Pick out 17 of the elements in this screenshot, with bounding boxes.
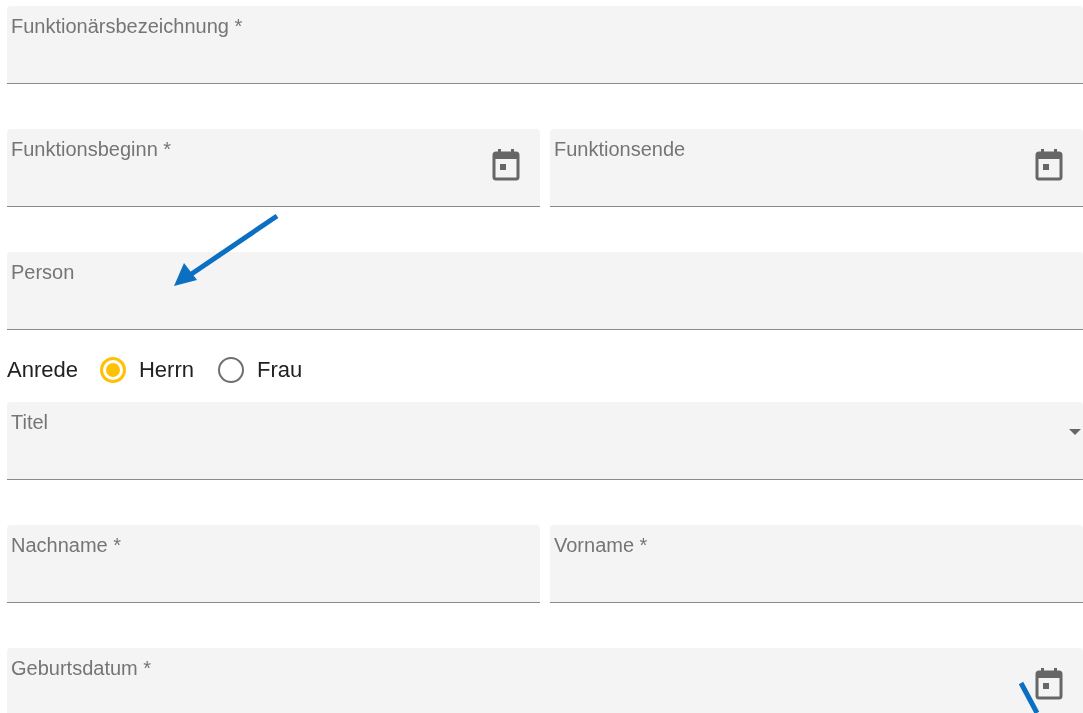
radio-button[interactable] xyxy=(99,357,126,383)
calendar-icon[interactable] xyxy=(492,149,520,181)
input-field[interactable]: Funktionsende xyxy=(550,129,1083,207)
calendar-icon[interactable] xyxy=(1035,668,1063,700)
dropdown-caret-icon[interactable] xyxy=(1069,429,1081,435)
radio-group-label: Anrede xyxy=(7,357,78,383)
calendar-icon[interactable] xyxy=(1035,149,1063,181)
input-field[interactable]: Person xyxy=(7,252,1083,330)
input-field[interactable]: Vorname * xyxy=(550,525,1083,603)
input-field[interactable]: Titel xyxy=(7,402,1083,480)
input-field[interactable]: Funktionsbeginn * xyxy=(7,129,540,207)
radio-label[interactable]: Frau xyxy=(256,357,303,383)
input-field[interactable]: Nachname * xyxy=(7,525,540,603)
radio-label[interactable]: Herrn xyxy=(138,357,194,383)
input-field[interactable]: Funktionärsbezeichnung * xyxy=(7,6,1083,84)
input-field[interactable]: Geburtsdatum * xyxy=(7,648,1083,713)
radio-button[interactable] xyxy=(217,357,244,383)
